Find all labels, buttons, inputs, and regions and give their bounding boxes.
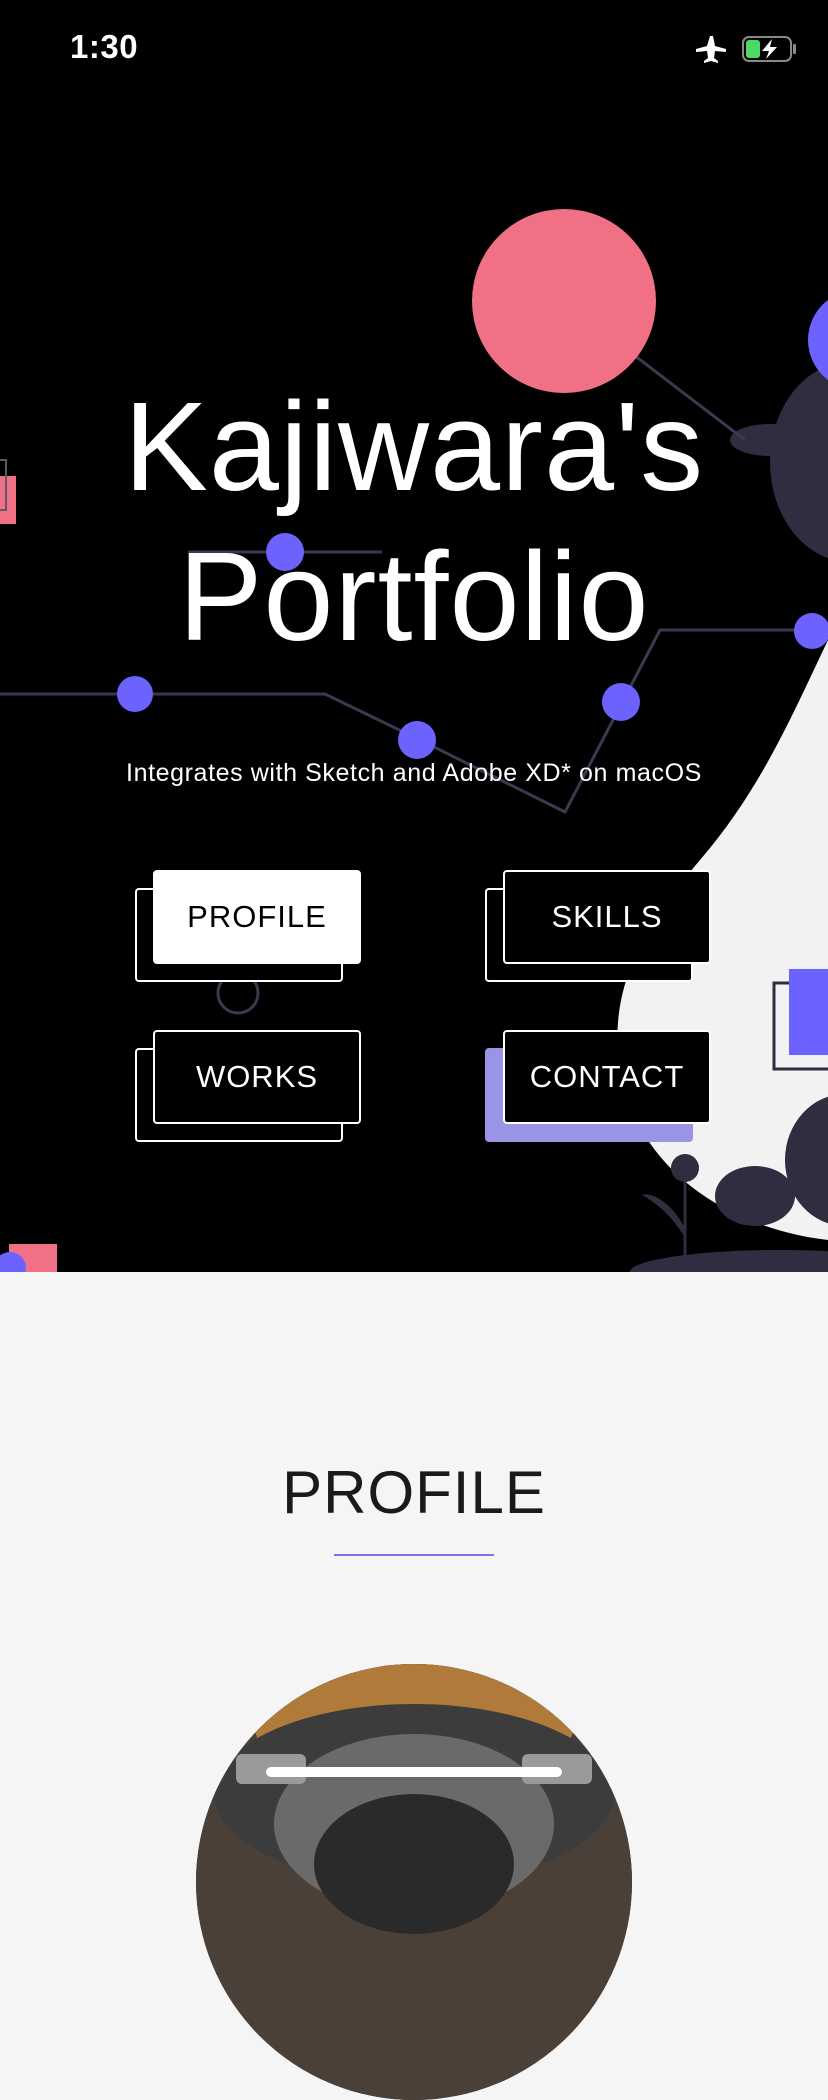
avatar-photo bbox=[196, 1664, 632, 2100]
network-node bbox=[602, 683, 640, 721]
airplane-icon bbox=[695, 36, 726, 63]
pink-circle bbox=[472, 209, 656, 393]
profile-section-heading: PROFILE bbox=[282, 1459, 546, 1526]
plant-bud bbox=[671, 1154, 699, 1182]
works-button[interactable]: WORKS bbox=[153, 1030, 361, 1124]
battery-charging-icon bbox=[742, 36, 796, 62]
status-icons bbox=[694, 34, 798, 64]
hero-subtitle: Integrates with Sketch and Adobe XD* on … bbox=[126, 759, 702, 787]
hero-title-line-1: Kajiwara's bbox=[123, 376, 705, 517]
home-indicator[interactable] bbox=[266, 1767, 562, 1777]
profile-section-divider bbox=[334, 1554, 494, 1556]
network-node bbox=[117, 676, 153, 712]
avatar bbox=[196, 1664, 632, 2100]
plant-leaf bbox=[642, 1194, 685, 1238]
skills-button[interactable]: SKILLS bbox=[503, 870, 711, 964]
contact-button[interactable]: CONTACT bbox=[503, 1030, 711, 1124]
profile-button[interactable]: PROFILE bbox=[153, 870, 361, 964]
status-time: 1:30 bbox=[70, 28, 139, 65]
hero-title-line-2: Portfolio bbox=[178, 526, 650, 667]
hero-section: 1:30 Kajiwara's Portfolio Integrates wit… bbox=[0, 0, 828, 1272]
network-node bbox=[398, 721, 436, 759]
purple-square-right bbox=[789, 969, 828, 1055]
